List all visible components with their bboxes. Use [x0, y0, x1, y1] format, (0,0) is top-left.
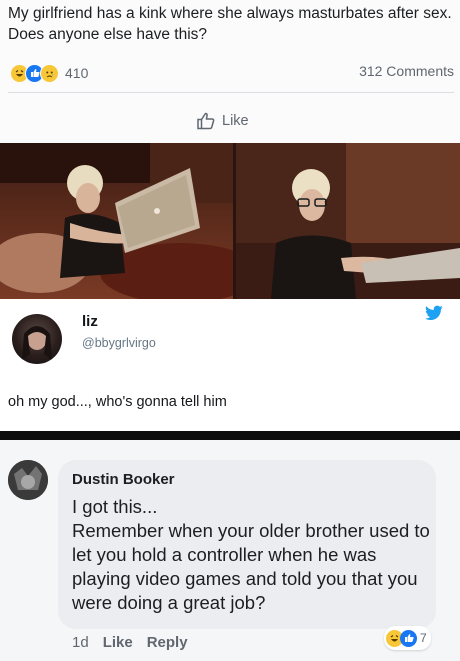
like-button[interactable]: Like: [196, 111, 249, 131]
post-reactions[interactable]: 410: [10, 63, 89, 83]
post-photos[interactable]: [0, 143, 460, 299]
facebook-post: My girlfriend has a kink where she alway…: [0, 0, 460, 143]
divider: [0, 431, 460, 440]
photo-woman-with-glasses[interactable]: [236, 143, 460, 299]
sad-reaction-icon: [40, 63, 59, 83]
comment-reactions[interactable]: 7: [384, 626, 431, 650]
tweet-card: liz @bbygrlvirgo oh my god..., who's gon…: [0, 299, 460, 431]
post-text: My girlfriend has a kink where she alway…: [8, 5, 452, 43]
comments-count-link[interactable]: 312 Comments: [359, 63, 454, 79]
like-label: Like: [222, 113, 249, 129]
comment-author-name[interactable]: Dustin Booker: [72, 471, 175, 488]
thumbs-up-icon: [197, 112, 215, 130]
tweet-author-name[interactable]: liz: [82, 313, 98, 330]
reaction-count: 410: [65, 65, 89, 81]
comment-timestamp[interactable]: 1d: [72, 634, 89, 651]
tweet-author-handle[interactable]: @bbygrlvirgo: [82, 336, 156, 350]
photo-woman-with-laptop[interactable]: [0, 143, 233, 299]
comment-text: I got this... Remember when your older b…: [72, 496, 430, 613]
divider: [8, 92, 454, 93]
twitter-bird-icon: [425, 305, 443, 326]
comment-reply-button[interactable]: Reply: [147, 634, 188, 651]
comment-like-button[interactable]: Like: [103, 634, 133, 651]
comment-reaction-count: 7: [420, 631, 427, 645]
avatar[interactable]: [8, 460, 48, 500]
comment-section: Dustin Booker I got this... Remember whe…: [0, 440, 460, 661]
comment-actions: 1d Like Reply: [72, 634, 188, 651]
like-reaction-icon: [400, 629, 417, 647]
avatar[interactable]: [12, 314, 62, 364]
tweet-text: oh my god..., who's gonna tell him: [8, 394, 227, 410]
